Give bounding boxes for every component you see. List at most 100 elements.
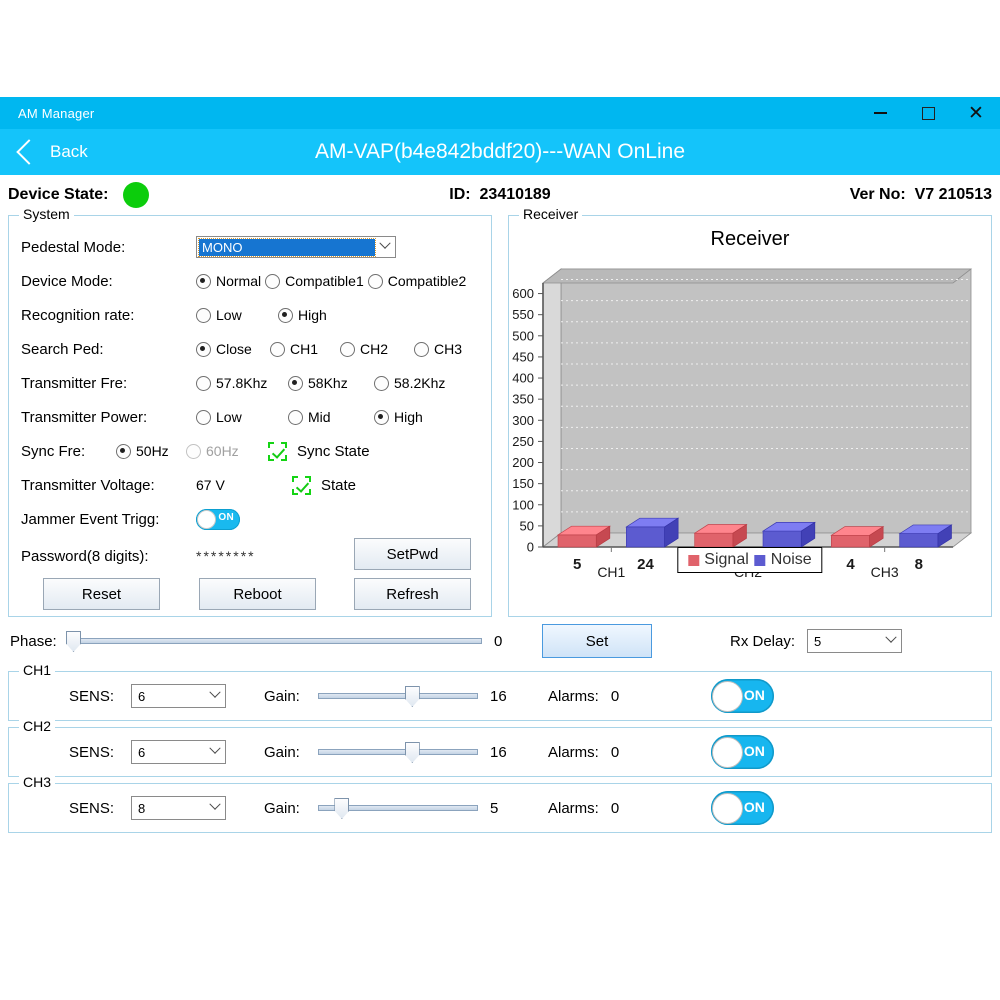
- sens-label-ch3: SENS:: [69, 800, 131, 817]
- option-label: 57.8Khz: [216, 375, 267, 391]
- set-button[interactable]: Set: [542, 624, 652, 658]
- sync-state-checkbox[interactable]: [268, 442, 287, 461]
- pedestal-mode-combobox[interactable]: MONO: [196, 236, 396, 258]
- system-panel-legend: System: [19, 206, 74, 222]
- channel-toggle-ch3[interactable]: ON: [711, 791, 774, 825]
- password-value: ********: [196, 548, 256, 564]
- state-checkbox[interactable]: [292, 476, 311, 495]
- sens-value-ch1: 6: [132, 689, 205, 704]
- back-chevron-icon[interactable]: [16, 139, 41, 164]
- channel-toggle-ch1[interactable]: ON: [711, 679, 774, 713]
- sens-label-ch1: SENS:: [69, 688, 131, 705]
- slider-thumb[interactable]: [405, 742, 420, 763]
- pedestal-mode-label: Pedestal Mode:: [21, 239, 196, 256]
- toggle-knob: [712, 681, 743, 712]
- receiver-chart-svg: 0501001502002503003504004505005506005249…: [509, 251, 991, 581]
- reset-button[interactable]: Reset: [43, 578, 160, 610]
- gain-label-ch3: Gain:: [264, 800, 318, 817]
- option-label: Compatible2: [388, 273, 467, 289]
- radio-icon: [196, 342, 211, 357]
- device-id-label: ID:: [449, 186, 470, 203]
- slider-thumb[interactable]: [405, 686, 420, 707]
- gain-label-ch1: Gain:: [264, 688, 318, 705]
- receiver-panel: Receiver Receiver 0501001502002503003504…: [508, 215, 992, 617]
- transmitter-fre-option-58-2khz[interactable]: 58.2Khz: [374, 375, 445, 391]
- chevron-down-icon: [205, 746, 225, 758]
- alarms-label-ch3: Alarms:: [548, 800, 599, 817]
- transmitter-fre-label: Transmitter Fre:: [21, 375, 196, 392]
- password-label: Password(8 digits):: [21, 548, 196, 565]
- radio-icon: [278, 308, 293, 323]
- transmitter-fre-option-57-8khz[interactable]: 57.8Khz: [196, 375, 284, 391]
- sens-value-ch2: 6: [132, 745, 205, 760]
- recognition-rate-option-high[interactable]: High: [278, 307, 327, 323]
- toggle-state-text: ON: [218, 512, 234, 523]
- maximize-button[interactable]: [904, 97, 952, 129]
- search-ped-option-ch2[interactable]: CH2: [340, 341, 410, 357]
- receiver-panel-legend: Receiver: [519, 206, 582, 222]
- minimize-button[interactable]: [856, 97, 904, 129]
- close-icon: ✕: [968, 104, 984, 123]
- radio-icon: [196, 274, 211, 289]
- refresh-button[interactable]: Refresh: [354, 578, 471, 610]
- transmitter-power-option-mid[interactable]: Mid: [288, 409, 370, 425]
- slider-track: [72, 638, 482, 644]
- version-label: Ver No:: [850, 186, 906, 203]
- chart-title: Receiver: [509, 228, 991, 251]
- channel-row-ch2: SENS: 6 Gain: 16 Alarms: 0 ON: [9, 728, 991, 776]
- reboot-button[interactable]: Reboot: [199, 578, 316, 610]
- alarms-value-ch1: 0: [611, 688, 629, 705]
- sync-fre-option-50hz[interactable]: 50Hz: [116, 443, 182, 459]
- search-ped-option-ch1[interactable]: CH1: [270, 341, 336, 357]
- option-label: 50Hz: [136, 443, 169, 459]
- svg-text:450: 450: [512, 349, 534, 364]
- device-mode-option-normal[interactable]: Normal: [196, 273, 261, 289]
- close-button[interactable]: ✕: [952, 97, 1000, 129]
- row-recognition-rate: Recognition rate: Low High: [21, 298, 491, 332]
- back-button-label[interactable]: Back: [50, 142, 88, 162]
- header-bar: Back AM-VAP(b4e842bddf20)---WAN OnLine: [0, 129, 1000, 175]
- transmitter-fre-option-58khz[interactable]: 58Khz: [288, 375, 370, 391]
- legend-swatch-noise: [755, 555, 766, 566]
- search-ped-option-ch3[interactable]: CH3: [414, 341, 462, 357]
- radio-icon: [196, 308, 211, 323]
- sens-combobox-ch3[interactable]: 8: [131, 796, 226, 820]
- jammer-event-label: Jammer Event Trigg:: [21, 511, 196, 528]
- row-transmitter-fre: Transmitter Fre: 57.8Khz 58Khz 58.2Khz: [21, 366, 491, 400]
- slider-thumb[interactable]: [334, 798, 349, 819]
- sync-fre-option-60hz[interactable]: 60Hz: [186, 443, 264, 459]
- system-panel: System Pedestal Mode: MONO Device Mode: …: [8, 215, 492, 617]
- phase-slider[interactable]: [72, 632, 482, 650]
- option-label: CH1: [290, 341, 318, 357]
- search-ped-option-close[interactable]: Close: [196, 341, 266, 357]
- gain-slider-ch2[interactable]: [318, 743, 478, 761]
- jammer-event-toggle[interactable]: ON: [196, 509, 240, 530]
- page-title: AM-VAP(b4e842bddf20)---WAN OnLine: [0, 140, 1000, 164]
- setpwd-button[interactable]: SetPwd: [354, 538, 471, 570]
- radio-icon: [368, 274, 383, 289]
- rx-delay-combobox[interactable]: 5: [807, 629, 902, 653]
- sens-combobox-ch1[interactable]: 6: [131, 684, 226, 708]
- gain-slider-ch3[interactable]: [318, 799, 478, 817]
- channel-legend-ch3: CH3: [19, 774, 55, 790]
- radio-icon: [116, 444, 131, 459]
- channel-toggle-ch2[interactable]: ON: [711, 735, 774, 769]
- svg-text:250: 250: [512, 434, 534, 449]
- transmitter-power-option-high[interactable]: High: [374, 409, 423, 425]
- device-mode-option-compatible1[interactable]: Compatible1: [265, 273, 364, 289]
- svg-text:200: 200: [512, 455, 534, 470]
- radio-icon: [186, 444, 201, 459]
- svg-text:150: 150: [512, 476, 534, 491]
- transmitter-power-option-low[interactable]: Low: [196, 409, 284, 425]
- device-mode-label: Device Mode:: [21, 273, 196, 290]
- recognition-rate-option-low[interactable]: Low: [196, 307, 274, 323]
- gain-slider-ch1[interactable]: [318, 687, 478, 705]
- radio-icon: [414, 342, 429, 357]
- chevron-down-icon: [375, 241, 395, 253]
- transmitter-voltage-label: Transmitter Voltage:: [21, 477, 196, 494]
- toggle-knob: [712, 793, 743, 824]
- transmitter-power-label: Transmitter Power:: [21, 409, 196, 426]
- device-mode-option-compatible2[interactable]: Compatible2: [368, 273, 467, 289]
- window-title: AM Manager: [18, 106, 94, 121]
- sens-combobox-ch2[interactable]: 6: [131, 740, 226, 764]
